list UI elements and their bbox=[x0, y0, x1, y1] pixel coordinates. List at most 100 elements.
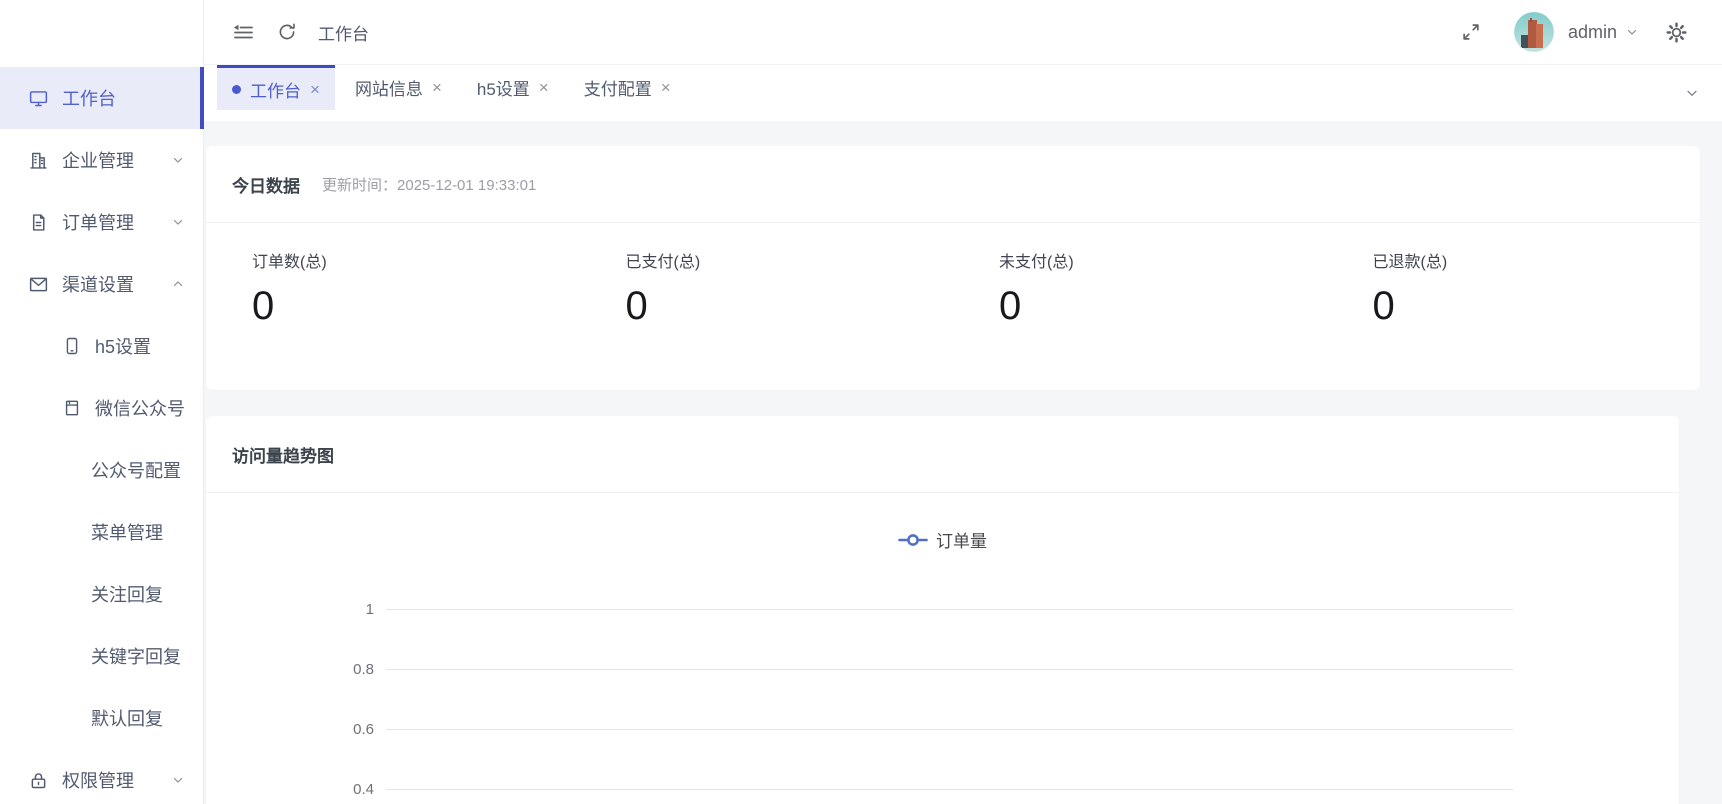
sidebar-item-follow-reply[interactable]: 关注回复 bbox=[0, 563, 203, 625]
fullscreen-icon[interactable] bbox=[1460, 21, 1482, 43]
sidebar-item-workbench[interactable]: 工作台 bbox=[0, 67, 203, 129]
stat-value: 0 bbox=[999, 284, 1327, 329]
tab-site-info[interactable]: 网站信息 × bbox=[340, 65, 457, 110]
y-axis-tick-label: 0.8 bbox=[206, 661, 386, 678]
today-data-card: 今日数据 更新时间：2025-12-01 19:33:01 订单数(总) 0 已… bbox=[206, 146, 1700, 390]
tab-label: 工作台 bbox=[250, 77, 301, 102]
card-title: 访问量趋势图 bbox=[232, 442, 334, 467]
menu-fold-icon[interactable] bbox=[230, 21, 256, 43]
line-chart: 订单量 1 0.8 0.6 0.4 bbox=[206, 493, 1679, 804]
breadcrumb: 工作台 bbox=[318, 20, 369, 45]
sidebar-item-label: 企业管理 bbox=[62, 147, 134, 173]
stat-label: 已退款(总) bbox=[1373, 248, 1701, 272]
sidebar-logo-area bbox=[0, 0, 203, 67]
sidebar-item-enterprise[interactable]: 企业管理 bbox=[0, 129, 203, 191]
sidebar-item-wechat-official[interactable]: 微信公众号 bbox=[0, 377, 203, 439]
gridline-row: 0.4 bbox=[206, 781, 1679, 798]
notebook-icon bbox=[62, 398, 82, 418]
chevron-down-icon bbox=[171, 215, 185, 229]
phone-icon bbox=[62, 336, 82, 356]
sidebar-item-keyword-reply[interactable]: 关键字回复 bbox=[0, 625, 203, 687]
active-tab-dot bbox=[232, 85, 241, 94]
tab-h5-settings[interactable]: h5设置 × bbox=[462, 65, 564, 110]
trend-card-header: 访问量趋势图 bbox=[206, 416, 1679, 493]
chart-legend[interactable]: 订单量 bbox=[206, 527, 1679, 552]
sidebar-item-menu-management[interactable]: 菜单管理 bbox=[0, 501, 203, 563]
sidebar: 工作台 企业管理 订单管理 渠道设置 bbox=[0, 0, 204, 804]
tab-payment-config[interactable]: 支付配置 × bbox=[569, 65, 686, 110]
chevron-up-icon bbox=[171, 277, 185, 291]
stat-label: 订单数(总) bbox=[252, 248, 580, 272]
envelope-icon bbox=[28, 274, 49, 295]
gridline bbox=[386, 789, 1513, 790]
close-icon[interactable]: × bbox=[539, 79, 549, 96]
y-axis-tick-label: 1 bbox=[206, 601, 386, 618]
legend-line-marker-icon bbox=[898, 533, 928, 547]
stat-total-orders: 订单数(总) 0 bbox=[206, 223, 580, 329]
sidebar-item-default-reply[interactable]: 默认回复 bbox=[0, 687, 203, 749]
stat-label: 已支付(总) bbox=[626, 248, 954, 272]
gridline-row: 1 bbox=[206, 601, 1679, 618]
chevron-down-icon[interactable] bbox=[1625, 25, 1639, 39]
building-icon bbox=[28, 150, 49, 171]
sidebar-item-label: 公众号配置 bbox=[91, 457, 181, 483]
sidebar-item-label: 渠道设置 bbox=[62, 271, 134, 297]
gear-icon[interactable] bbox=[1665, 21, 1688, 44]
sidebar-item-h5-settings[interactable]: h5设置 bbox=[0, 315, 203, 377]
tab-label: 网站信息 bbox=[355, 75, 423, 100]
content-area: 今日数据 更新时间：2025-12-01 19:33:01 订单数(总) 0 已… bbox=[204, 121, 1722, 804]
chevron-down-icon bbox=[171, 773, 185, 787]
sidebar-item-label: 关注回复 bbox=[91, 581, 163, 607]
monitor-icon bbox=[28, 88, 49, 109]
avatar[interactable] bbox=[1514, 12, 1554, 52]
tabs-bar: 工作台 × 网站信息 × h5设置 × 支付配置 × bbox=[204, 65, 1722, 121]
updated-time-value: 2025-12-01 19:33:01 bbox=[397, 177, 536, 194]
sidebar-item-orders[interactable]: 订单管理 bbox=[0, 191, 203, 253]
topbar-right: admin bbox=[1450, 12, 1698, 52]
legend-label: 订单量 bbox=[936, 527, 987, 552]
stat-unpaid: 未支付(总) 0 bbox=[953, 223, 1327, 329]
stat-label: 未支付(总) bbox=[999, 248, 1327, 272]
tabs-overflow-chevron-down-icon[interactable] bbox=[1684, 85, 1700, 101]
document-icon bbox=[28, 212, 49, 233]
gridline bbox=[386, 669, 1513, 670]
sidebar-item-label: 权限管理 bbox=[62, 767, 134, 793]
updated-time-label: 更新时间： bbox=[322, 177, 397, 194]
sidebar-item-official-config[interactable]: 公众号配置 bbox=[0, 439, 203, 501]
tab-workbench[interactable]: 工作台 × bbox=[217, 65, 335, 110]
refresh-icon[interactable] bbox=[276, 21, 298, 43]
sidebar-item-label: 订单管理 bbox=[62, 209, 134, 235]
stat-value: 0 bbox=[626, 284, 954, 329]
stat-value: 0 bbox=[252, 284, 580, 329]
gridline bbox=[386, 609, 1513, 610]
sidebar-item-label: 关键字回复 bbox=[91, 643, 181, 669]
tab-label: 支付配置 bbox=[584, 75, 652, 100]
sidebar-item-channels[interactable]: 渠道设置 bbox=[0, 253, 203, 315]
visit-trend-card: 访问量趋势图 订单量 1 0.8 bbox=[206, 416, 1679, 804]
username[interactable]: admin bbox=[1568, 22, 1617, 43]
stat-paid: 已支付(总) 0 bbox=[580, 223, 954, 329]
top-navbar: 工作台 bbox=[204, 0, 1722, 65]
sidebar-item-label: h5设置 bbox=[95, 333, 151, 359]
sidebar-item-label: 默认回复 bbox=[91, 705, 163, 731]
lock-icon bbox=[28, 770, 49, 791]
updated-time: 更新时间：2025-12-01 19:33:01 bbox=[322, 174, 536, 195]
stat-refunded: 已退款(总) 0 bbox=[1327, 223, 1701, 329]
gridline-row: 0.6 bbox=[206, 721, 1679, 738]
stats-row: 订单数(总) 0 已支付(总) 0 未支付(总) 0 已退款(总) 0 bbox=[206, 223, 1700, 329]
card-title: 今日数据 bbox=[232, 172, 300, 197]
sidebar-item-label: 菜单管理 bbox=[91, 519, 163, 545]
y-axis-tick-label: 0.4 bbox=[206, 781, 386, 798]
tab-label: h5设置 bbox=[477, 75, 530, 100]
gridline bbox=[386, 729, 1513, 730]
chevron-down-icon bbox=[171, 153, 185, 167]
y-axis-tick-label: 0.6 bbox=[206, 721, 386, 738]
close-icon[interactable]: × bbox=[661, 79, 671, 96]
sidebar-item-permissions[interactable]: 权限管理 bbox=[0, 749, 203, 804]
sidebar-item-label: 工作台 bbox=[62, 85, 116, 111]
close-icon[interactable]: × bbox=[432, 79, 442, 96]
stat-value: 0 bbox=[1373, 284, 1701, 329]
close-icon[interactable]: × bbox=[310, 81, 320, 98]
app-root: 工作台 企业管理 订单管理 渠道设置 bbox=[0, 0, 1722, 804]
gridline-row: 0.8 bbox=[206, 661, 1679, 678]
